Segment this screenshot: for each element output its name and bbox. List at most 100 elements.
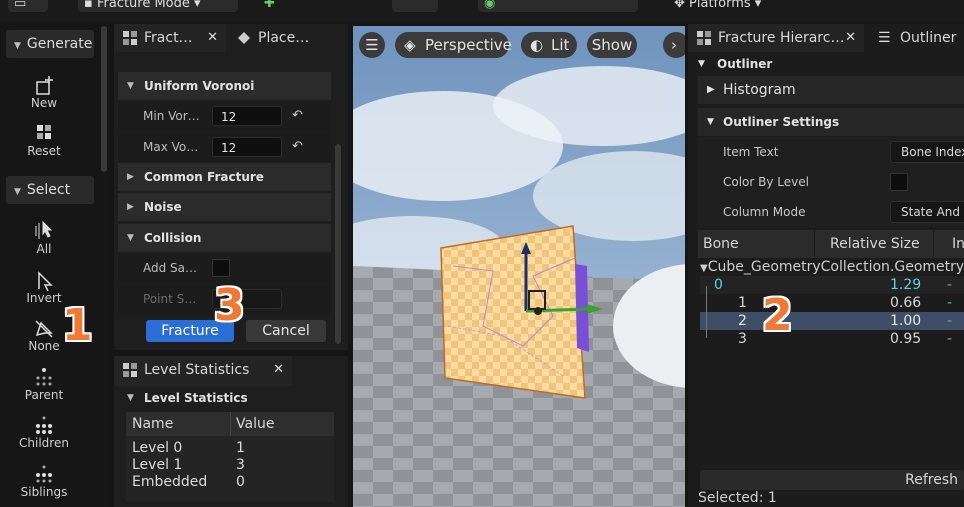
tree-row-bone-0[interactable]: 0 1.29- bbox=[700, 276, 964, 294]
category-noise[interactable]: ▶ Noise bbox=[118, 193, 331, 221]
save-button[interactable]: ▭ bbox=[8, 0, 48, 12]
table-cell: Level 1 bbox=[132, 457, 183, 473]
platforms-button[interactable]: ✥ Platforms ▾ bbox=[668, 0, 778, 12]
tab-fracture[interactable]: Fract… ✕ bbox=[114, 24, 226, 52]
tool-parent[interactable]: Parent bbox=[4, 366, 84, 402]
column-header-index[interactable]: In bbox=[934, 230, 964, 258]
select-section-header[interactable]: ▼ Select bbox=[6, 176, 94, 204]
category-outliner[interactable]: ▼ Outliner bbox=[692, 52, 958, 76]
min-voronoi-input[interactable]: 12 bbox=[212, 106, 282, 126]
close-icon[interactable]: ✕ bbox=[207, 24, 218, 52]
outliner-list-icon: ☰ bbox=[878, 30, 891, 46]
mode-dropdown[interactable]: ▪ Fracture Mode ▾ bbox=[78, 0, 238, 12]
column-mode-dropdown[interactable]: State And S bbox=[890, 201, 964, 223]
column-header-name[interactable]: Name bbox=[132, 416, 173, 432]
select-all-icon bbox=[35, 220, 53, 239]
category-outliner-settings[interactable]: ▼ Outliner Settings bbox=[698, 108, 964, 136]
reset-arrow-icon[interactable]: ↶ bbox=[292, 101, 303, 131]
expand-icon: ▼ bbox=[707, 117, 714, 127]
table-cell: Embedded bbox=[132, 474, 208, 490]
reset-arrow-icon[interactable]: ↶ bbox=[292, 132, 303, 162]
snap-button[interactable] bbox=[392, 0, 438, 12]
tool-new[interactable]: New bbox=[4, 74, 84, 110]
viewport-menu-button[interactable]: ☰ bbox=[359, 32, 385, 58]
parent-icon bbox=[36, 368, 52, 386]
viewport-more-button[interactable]: › bbox=[663, 32, 685, 58]
hierarchy-icon bbox=[697, 31, 711, 45]
table-cell: 1 bbox=[236, 440, 245, 456]
add-actor-button[interactable]: ✚ bbox=[258, 0, 378, 12]
tree-row-bone-3[interactable]: 3 0.95- bbox=[700, 330, 964, 348]
statistics-icon bbox=[123, 363, 137, 377]
collapse-icon: ▼ bbox=[14, 187, 21, 197]
mode-scrollbar[interactable] bbox=[101, 26, 107, 172]
panel-scrollbar[interactable] bbox=[335, 144, 341, 344]
level-statistics-panel: Level Statistics ✕ ▼ Level Statistics Name… bbox=[114, 356, 348, 507]
hamburger-icon: ☰ bbox=[365, 36, 379, 54]
annotation-1: 1 bbox=[62, 300, 93, 351]
show-button[interactable]: Show bbox=[587, 32, 637, 58]
platforms-icon: ✥ bbox=[674, 0, 690, 11]
save-icon: ▭ bbox=[14, 0, 27, 11]
property-color-by-level: Color By Level bbox=[698, 167, 964, 197]
select-none-icon bbox=[35, 320, 53, 338]
tab-fracture-hierarchy[interactable]: Fracture Hierarc… ✕ bbox=[688, 24, 864, 52]
category-collision[interactable]: ▼ Collision bbox=[118, 224, 331, 252]
expand-icon: ▼ bbox=[127, 233, 134, 243]
tree-row-root[interactable]: ▼Cube_GeometryCollection.GeometryC bbox=[700, 258, 964, 276]
perspective-button[interactable]: ◈ Perspective bbox=[395, 32, 512, 58]
lit-sphere-icon: ◐ bbox=[530, 36, 544, 54]
lit-button[interactable]: ◐ Lit bbox=[521, 32, 577, 58]
column-header-value[interactable]: Value bbox=[236, 416, 274, 432]
add-icon: ✚ bbox=[264, 0, 275, 11]
expand-icon: ▼ bbox=[127, 81, 134, 91]
play-controls[interactable]: ◉ bbox=[478, 0, 638, 12]
category-common-fracture[interactable]: ▶ Common Fracture bbox=[118, 163, 331, 191]
tool-select-all[interactable]: All bbox=[4, 220, 84, 256]
level-viewport[interactable]: ☰ ◈ Perspective ◐ Lit Show › bbox=[353, 26, 685, 507]
children-icon bbox=[36, 416, 52, 434]
table-cell: Level 0 bbox=[132, 440, 183, 456]
expand-icon: ▼ bbox=[127, 393, 134, 403]
tree-row-bone-1[interactable]: 1 0.66- bbox=[700, 294, 964, 312]
close-icon[interactable]: ✕ bbox=[845, 24, 856, 52]
expand-icon: ▶ bbox=[127, 172, 134, 182]
table-cell: 3 bbox=[236, 457, 245, 473]
item-text-dropdown[interactable]: Bone Index bbox=[890, 141, 964, 163]
tab-level-statistics[interactable]: Level Statistics ✕ bbox=[114, 356, 292, 386]
collapse-icon: ▼ bbox=[14, 41, 21, 51]
place-actors-icon bbox=[238, 32, 250, 44]
fracture-hierarchy-panel: Fracture Hierarc… ✕ ☰ Outliner ▼ Outliner … bbox=[688, 24, 964, 507]
tab-outliner[interactable]: ☰ Outliner bbox=[870, 24, 964, 52]
level-stats-table: Name Value Level 0 1 Level 1 3 Embedded … bbox=[126, 412, 334, 502]
reset-icon bbox=[37, 125, 51, 139]
refresh-button[interactable]: Refresh bbox=[700, 470, 964, 490]
tool-reset[interactable]: Reset bbox=[4, 122, 84, 158]
property-item-text: Item Text Bone Index bbox=[698, 137, 964, 167]
mode-icon: ▪ bbox=[84, 0, 97, 11]
add-samples-checkbox[interactable] bbox=[212, 259, 230, 277]
expand-icon: ▶ bbox=[127, 202, 134, 212]
tree-row-bone-2-selected[interactable]: 2 1.00- bbox=[700, 312, 964, 330]
category-level-statistics[interactable]: ▼ Level Statistics bbox=[118, 386, 331, 410]
column-header-relative-size[interactable]: Relative Size bbox=[815, 230, 933, 258]
selection-count: Selected: 1 bbox=[698, 490, 777, 506]
tree-guide-line bbox=[706, 286, 707, 338]
property-min-voronoi: Min Vor… 12 ↶ bbox=[118, 101, 331, 131]
histogram-row[interactable]: ▶ Histogram bbox=[698, 76, 964, 104]
category-uniform-voronoi[interactable]: ▼ Uniform Voronoi bbox=[118, 72, 331, 100]
tool-children[interactable]: Children bbox=[4, 414, 84, 450]
play-icon: ◉ bbox=[484, 0, 496, 11]
expand-icon: ▶ bbox=[707, 84, 715, 95]
cancel-button[interactable]: Cancel bbox=[246, 320, 326, 342]
expand-icon: ▼ bbox=[700, 263, 708, 274]
tab-place-actors[interactable]: Place… bbox=[228, 24, 348, 52]
close-icon[interactable]: ✕ bbox=[273, 356, 284, 384]
fracture-icon bbox=[123, 31, 137, 45]
tool-siblings[interactable]: Siblings bbox=[4, 463, 84, 499]
max-voronoi-input[interactable]: 12 bbox=[212, 137, 282, 157]
column-header-bone[interactable]: Bone bbox=[698, 230, 814, 258]
chevron-right-icon: › bbox=[671, 36, 677, 54]
generate-section-header[interactable]: ▼ Generate bbox=[6, 30, 94, 58]
color-by-level-checkbox[interactable] bbox=[890, 173, 908, 191]
